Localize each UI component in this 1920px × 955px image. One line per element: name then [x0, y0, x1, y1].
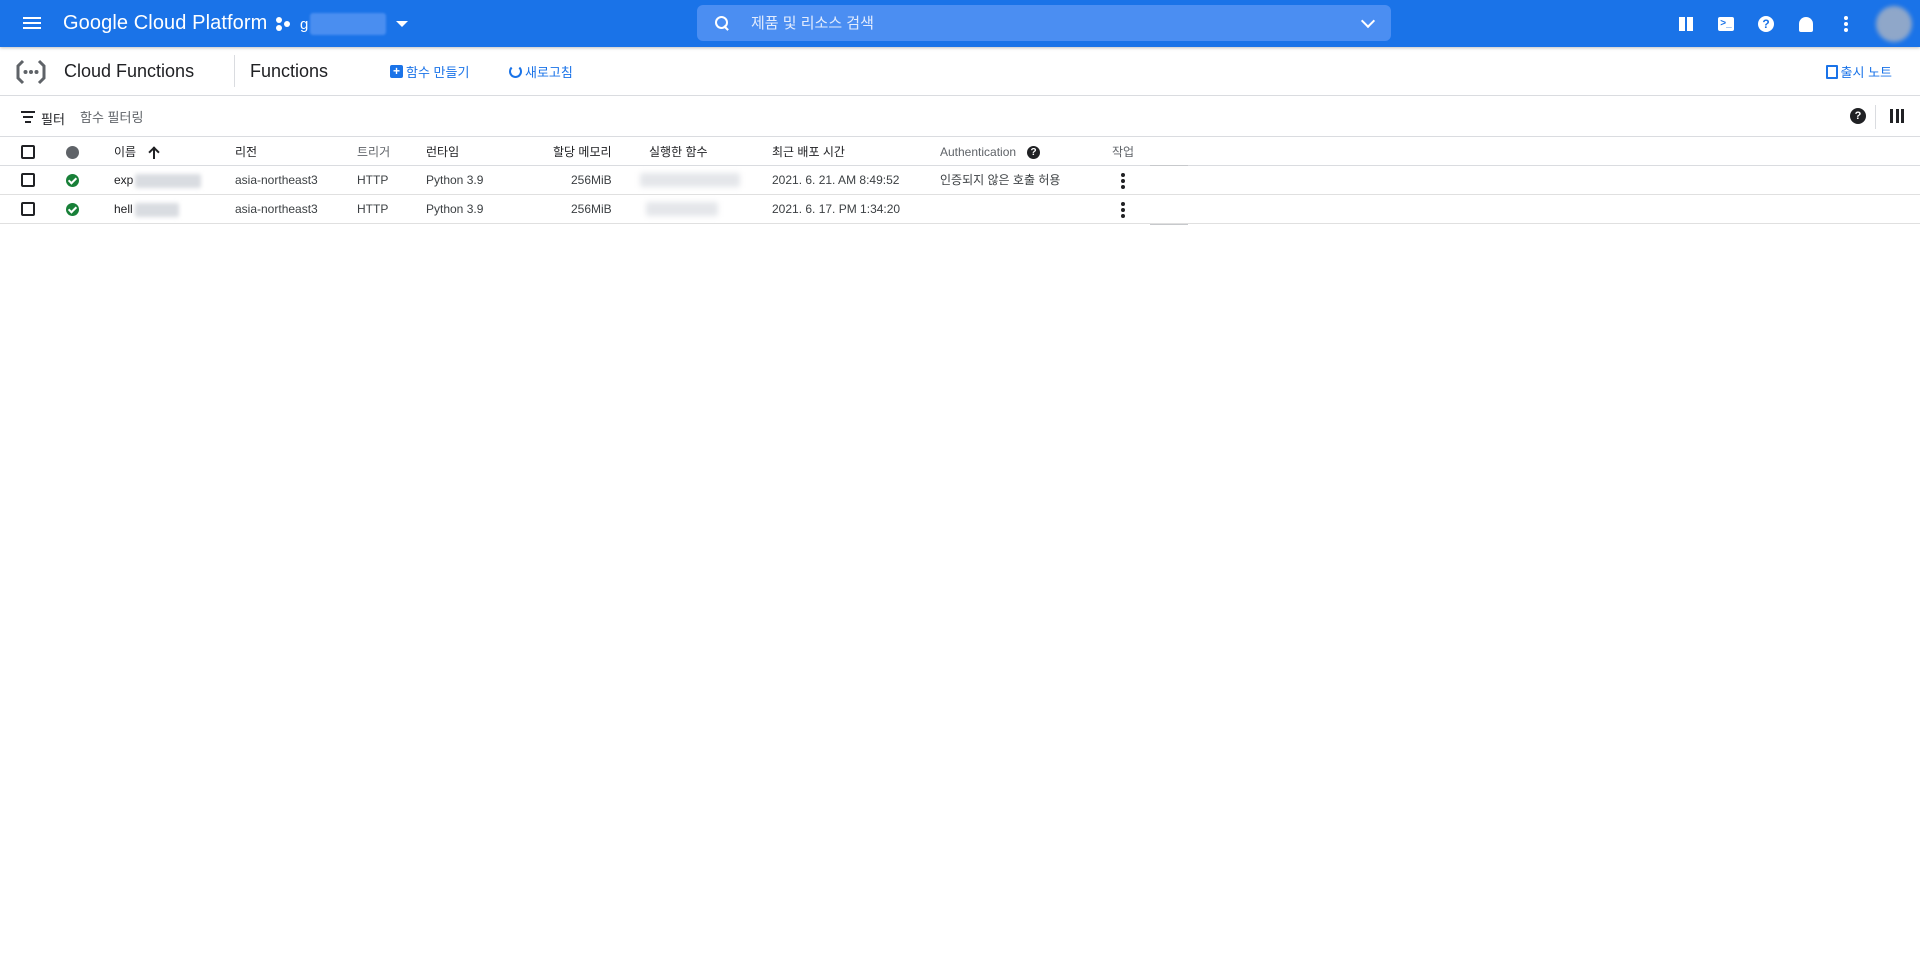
help-icon[interactable]: ? [1027, 146, 1040, 159]
release-notes-icon [1825, 64, 1838, 79]
project-selector[interactable]: g [276, 10, 409, 38]
refresh-button[interactable]: 새로고침 [509, 62, 573, 81]
row-checkbox[interactable] [21, 173, 35, 187]
brand-title[interactable]: Google Cloud Platform [63, 12, 267, 35]
name-redacted [135, 173, 202, 188]
page-header: Cloud Functions Functions + 함수 만들기 새로고침 … [0, 47, 1920, 96]
function-name: hell [114, 202, 133, 216]
cell-trigger: HTTP [357, 202, 389, 216]
function-name-link[interactable]: hell [114, 195, 179, 223]
cell-trigger: HTTP [357, 173, 389, 187]
more-vert-icon[interactable] [1826, 4, 1866, 44]
page-title: Functions [250, 61, 329, 81]
header-deployed[interactable]: 최근 배포 시간 [772, 138, 845, 166]
header-region[interactable]: 리전 [235, 138, 257, 166]
function-name-link[interactable]: exp [114, 166, 202, 194]
help-icon[interactable]: ? [1850, 108, 1866, 124]
cell-region: asia-northeast3 [235, 173, 318, 187]
cell-deployed: 2021. 6. 17. PM 1:34:20 [772, 202, 901, 216]
header-authentication[interactable]: Authentication [940, 138, 1016, 166]
release-notes-link[interactable]: 출시 노트 [1825, 62, 1892, 81]
cell-runtime: Python 3.9 [426, 173, 484, 187]
cell-authentication: 인증되지 않은 호출 허용 [940, 173, 1061, 187]
help-icon[interactable]: ? [1746, 4, 1786, 44]
cloud-functions-icon [16, 59, 46, 85]
entry-point-redacted [646, 202, 718, 216]
terminal-icon[interactable]: >_ [1706, 4, 1746, 44]
project-initial: g [300, 15, 309, 33]
filter-icon[interactable] [21, 111, 35, 126]
header-name[interactable]: 이름 [114, 138, 136, 166]
top-actions: >_ ? [1666, 4, 1920, 44]
toolbar-divider [1875, 105, 1876, 129]
check-circle-icon [66, 174, 79, 187]
product-title: Cloud Functions [64, 61, 195, 81]
table-header: 이름 리전 트리거 런타임 할당 메모리 실행한 함수 최근 배포 시간 Aut… [0, 138, 1920, 166]
release-notes-label: 출시 노트 [1840, 65, 1892, 80]
refresh-label: 새로고침 [525, 65, 573, 80]
select-all-checkbox[interactable] [21, 145, 35, 159]
project-icon [276, 16, 294, 32]
header-memory[interactable]: 할당 메모리 [553, 138, 612, 166]
header-divider [234, 55, 235, 87]
name-redacted [134, 202, 179, 217]
table-row[interactable]: hell asia-northeast3 HTTP Python 3.9 256… [0, 195, 1920, 224]
gift-icon[interactable] [1666, 4, 1706, 44]
project-name-redacted [310, 13, 387, 35]
entry-point-redacted [640, 173, 740, 187]
status-column-icon [66, 146, 79, 159]
check-circle-icon [66, 203, 79, 216]
add-box-icon: + [390, 65, 403, 78]
chevron-down-icon[interactable] [1360, 13, 1376, 28]
header-actions: 작업 [1112, 145, 1135, 159]
row-actions-icon[interactable] [1118, 201, 1128, 219]
cell-region: asia-northeast3 [235, 202, 318, 216]
create-function-button[interactable]: + 함수 만들기 [390, 62, 469, 81]
search-icon [715, 16, 729, 30]
header-trigger[interactable]: 트리거 [357, 138, 390, 166]
create-function-label: 함수 만들기 [406, 65, 470, 80]
row-actions-icon[interactable] [1118, 172, 1128, 190]
header-entry-point[interactable]: 실행한 함수 [649, 138, 708, 166]
top-bar: Google Cloud Platform g >_ ? [0, 0, 1920, 47]
table-row[interactable]: exp asia-northeast3 HTTP Python 3.9 256M… [0, 166, 1920, 195]
refresh-icon [509, 65, 522, 78]
bell-icon[interactable] [1786, 4, 1826, 44]
avatar[interactable] [1876, 6, 1912, 42]
column-edge [1150, 224, 1188, 225]
filter-input[interactable] [80, 105, 580, 129]
cell-memory: 256MiB [571, 173, 612, 187]
filter-bar: 필터 ? [0, 97, 1920, 137]
cell-runtime: Python 3.9 [426, 202, 484, 216]
search-bar[interactable] [697, 5, 1391, 41]
caret-down-icon [396, 21, 409, 27]
header-runtime[interactable]: 런타임 [426, 138, 459, 166]
menu-icon[interactable] [12, 3, 52, 43]
filter-label: 필터 [41, 112, 65, 127]
sort-ascending-icon[interactable] [148, 144, 160, 160]
row-checkbox[interactable] [21, 202, 35, 216]
column-display-icon[interactable] [1890, 109, 1904, 123]
search-input[interactable] [751, 14, 1363, 32]
function-name: exp [114, 173, 134, 187]
cell-deployed: 2021. 6. 21. AM 8:49:52 [772, 173, 900, 187]
cell-memory: 256MiB [571, 202, 612, 216]
